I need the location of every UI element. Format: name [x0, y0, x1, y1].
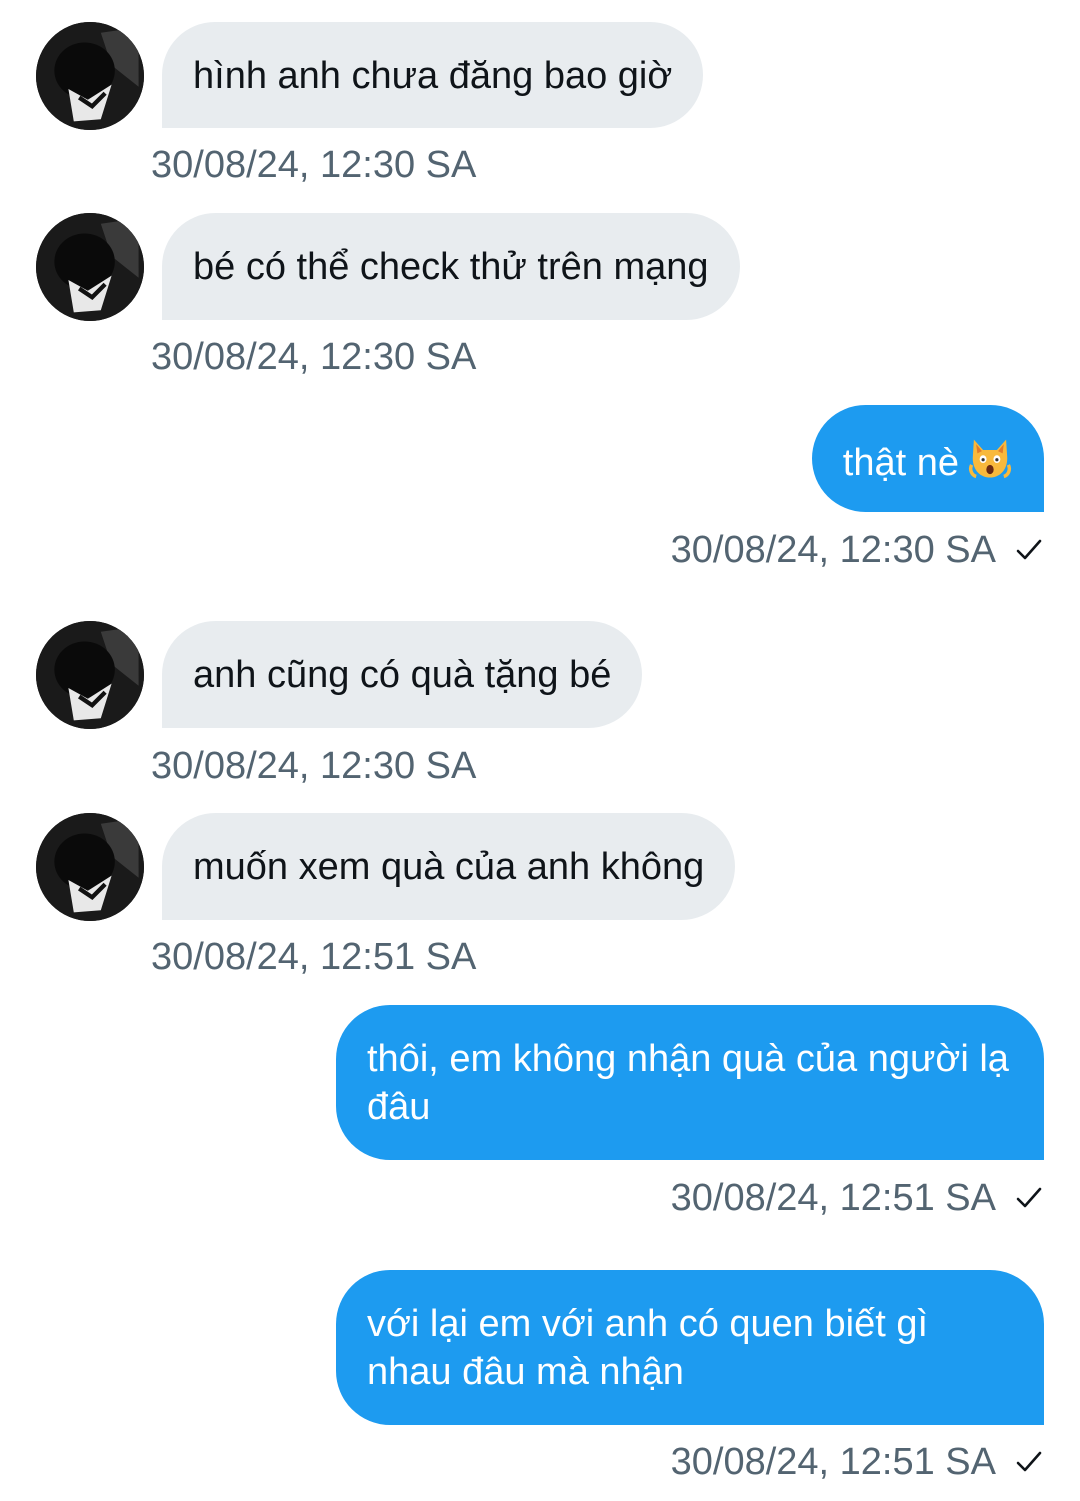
checkmark-icon	[1014, 1447, 1044, 1477]
message-text: thôi, em không nhận quà của người lạ đâu	[367, 1038, 1009, 1128]
sender-avatar[interactable]	[36, 621, 144, 729]
message-text: anh cũng có quà tặng bé	[193, 654, 612, 696]
message-bubble-outgoing[interactable]: thật nè	[811, 405, 1044, 512]
message-timestamp: 30/08/24, 12:30 SA	[151, 144, 477, 186]
message-text: hình anh chưa đăng bao giờ	[193, 55, 673, 97]
message-timestamp: 30/08/24, 12:30 SA	[151, 336, 477, 378]
message-timestamp: 30/08/24, 12:30 SA	[670, 529, 996, 571]
message-timestamp-row: 30/08/24, 12:51 SA	[671, 1174, 1044, 1222]
message-bubble-outgoing[interactable]: với lại em với anh có quen biết gì nhau …	[336, 1270, 1044, 1425]
message-bubble-incoming[interactable]: bé có thể check thử trên mạng	[162, 213, 740, 320]
message-timestamp: 30/08/24, 12:51 SA	[670, 1441, 996, 1483]
sender-avatar[interactable]	[36, 813, 144, 921]
message-timestamp-row: 30/08/24, 12:30 SA	[671, 526, 1044, 574]
checkmark-icon	[1014, 535, 1044, 565]
checkmark-icon	[1014, 1183, 1044, 1213]
message-bubble-outgoing[interactable]: thôi, em không nhận quà của người lạ đâu	[336, 1005, 1044, 1160]
sender-avatar[interactable]	[36, 213, 144, 321]
message-text: thật nè	[842, 442, 959, 484]
sender-avatar[interactable]	[36, 22, 144, 130]
weary-cat-face-icon	[967, 435, 1013, 481]
message-text: muốn xem quà của anh không	[193, 846, 705, 888]
message-timestamp-row: 30/08/24, 12:51 SA	[671, 1438, 1044, 1486]
message-timestamp: 30/08/24, 12:30 SA	[151, 745, 477, 787]
message-bubble-incoming[interactable]: muốn xem quà của anh không	[162, 813, 736, 920]
message-timestamp: 30/08/24, 12:51 SA	[151, 936, 477, 978]
message-bubble-incoming[interactable]: anh cũng có quà tặng bé	[162, 621, 643, 728]
message-bubble-incoming[interactable]: hình anh chưa đăng bao giờ	[162, 22, 704, 128]
message-timestamp: 30/08/24, 12:51 SA	[670, 1177, 996, 1219]
message-text: bé có thể check thử trên mạng	[193, 246, 709, 288]
message-text: với lại em với anh có quen biết gì nhau …	[367, 1303, 929, 1393]
